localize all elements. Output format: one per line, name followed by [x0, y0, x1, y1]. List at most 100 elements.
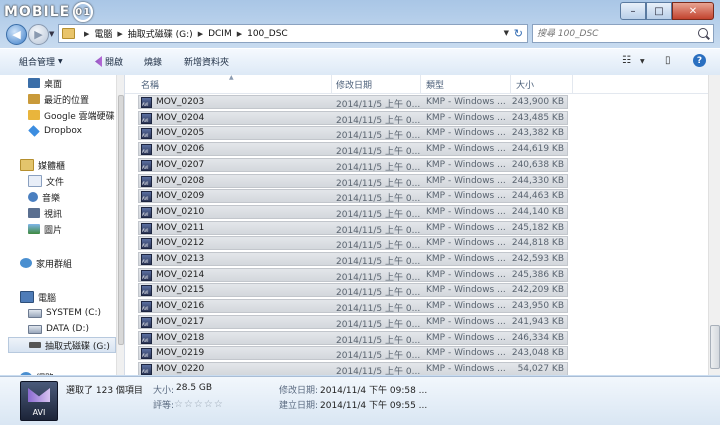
table-row[interactable]: MOV_0216 2014/11/5 上午 0... KMP - Windows .… [138, 299, 568, 314]
breadcrumb-100dsc[interactable]: 100_DSC [247, 29, 288, 39]
sidebar-item-homegroup[interactable]: 家用群組 [20, 255, 72, 271]
forward-button[interactable]: ▶ [28, 24, 49, 45]
table-row[interactable]: MOV_0209 2014/11/5 上午 0... KMP - Windows .… [138, 189, 568, 204]
burn-button[interactable]: 燒錄 [144, 55, 162, 68]
table-row[interactable]: MOV_0206 2014/11/5 上午 0... KMP - Windows .… [138, 142, 568, 157]
sidebar-item-documents[interactable]: 文件 [28, 173, 64, 189]
homegroup-icon [20, 258, 32, 268]
table-row[interactable]: MOV_0204 2014/11/5 上午 0... KMP - Windows .… [138, 110, 568, 126]
file-list-scrollbar[interactable] [708, 75, 720, 375]
column-divider[interactable] [572, 75, 573, 93]
sidebar-item-removable-g[interactable]: 抽取式磁碟 (G:) [8, 337, 116, 353]
breadcrumb-separator[interactable]: ▶ [84, 30, 89, 38]
column-modified[interactable]: 修改日期 [336, 78, 372, 91]
created-date-label: 建立日期: [279, 401, 319, 411]
open-button[interactable]: 開啟 [88, 55, 123, 68]
new-folder-button[interactable]: 新增資料夾 [184, 55, 229, 68]
avi-file-icon [141, 269, 152, 281]
table-row[interactable]: MOV_0215 2014/11/5 上午 0... KMP - Windows .… [138, 283, 568, 298]
file-list-scrollbar-thumb[interactable] [710, 325, 720, 369]
breadcrumb: ▶ 電腦 ▶ 抽取式磁碟 (G:) ▶ DCIM ▶ 100_DSC [79, 27, 288, 41]
sidebar-item-videos[interactable]: 視訊 [28, 205, 62, 221]
table-row[interactable]: MOV_0203 2014/11/5 上午 0... KMP - Windows .… [138, 95, 568, 110]
google-drive-icon [28, 110, 40, 120]
file-name: MOV_0217 [156, 316, 205, 327]
modified-date-value: 2014/11/4 下午 09:58 ... [320, 386, 428, 396]
search-input[interactable] [533, 27, 689, 40]
refresh-icon[interactable]: ↻ [514, 27, 523, 40]
column-divider[interactable] [331, 75, 332, 93]
sidebar-item-label: 音樂 [42, 193, 61, 204]
file-type: KMP - Windows ... [426, 254, 506, 264]
chevron-down-icon: ▼ [58, 58, 63, 65]
sidebar-item-dropbox[interactable]: Dropbox [28, 123, 82, 139]
column-divider[interactable] [510, 75, 511, 93]
table-row[interactable]: MOV_0205 2014/11/5 上午 0... KMP - Windows .… [138, 126, 568, 141]
table-row[interactable]: MOV_0213 2014/11/5 上午 0... KMP - Windows .… [138, 252, 568, 267]
table-row[interactable]: MOV_0218 2014/11/5 上午 0... KMP - Windows .… [138, 330, 568, 346]
breadcrumb-separator[interactable]: ▶ [117, 30, 122, 38]
sidebar-item-pictures[interactable]: 圖片 [28, 221, 62, 237]
sidebar-item-label: 文件 [46, 177, 65, 188]
sidebar-item-recent-places[interactable]: 最近的位置 [28, 91, 89, 107]
open-label: 開啟 [105, 58, 124, 68]
table-row[interactable]: MOV_0220 2014/11/5 上午 0... KMP - Windows .… [138, 361, 568, 375]
breadcrumb-separator[interactable]: ▶ [198, 30, 203, 38]
file-name: MOV_0209 [156, 191, 205, 202]
view-options-icon[interactable]: ☷ [622, 55, 631, 66]
table-row[interactable]: MOV_0211 2014/11/5 上午 0... KMP - Windows .… [138, 220, 568, 236]
organize-button[interactable]: 組合管理 ▼ [19, 55, 63, 68]
navigation-scrollbar-thumb[interactable] [118, 95, 124, 345]
sidebar-item-computer[interactable]: 電腦 [20, 289, 56, 305]
table-row[interactable]: MOV_0214 2014/11/5 上午 0... KMP - Windows .… [138, 267, 568, 283]
maximize-button[interactable]: □ [646, 2, 672, 20]
file-type: KMP - Windows ... [426, 191, 506, 202]
sidebar-item-label: SYSTEM (C:) [46, 308, 102, 318]
avi-file-icon [141, 206, 152, 218]
back-button[interactable]: ◀ [6, 24, 27, 45]
column-size[interactable]: 大小 [516, 78, 534, 91]
breadcrumb-dcim[interactable]: DCIM [208, 29, 232, 39]
breadcrumb-computer[interactable]: 電腦 [94, 27, 112, 40]
sidebar-item-libraries[interactable]: 媒體櫃 [20, 157, 65, 173]
navigation-scrollbar[interactable] [116, 75, 124, 375]
table-row[interactable]: MOV_0212 2014/11/5 上午 0... KMP - Windows .… [138, 236, 568, 251]
recent-pages-dropdown[interactable]: ▼ [49, 30, 54, 38]
sidebar-item-network[interactable]: 網路 [20, 369, 54, 375]
rating-stars[interactable]: ☆☆☆☆☆ [174, 399, 224, 410]
sidebar-item-system-c[interactable]: SYSTEM (C:) [28, 305, 101, 321]
address-bar[interactable]: ▶ 電腦 ▶ 抽取式磁碟 (G:) ▶ DCIM ▶ 100_DSC ▼ ↻ [58, 24, 528, 43]
watermark-badge: 01 [73, 2, 94, 22]
address-history-dropdown[interactable]: ▼ [504, 29, 509, 37]
sidebar-item-desktop[interactable]: 桌面 [28, 75, 62, 91]
file-type: KMP - Windows ... [426, 97, 506, 107]
file-modified-date: 2014/11/5 上午 0... [336, 178, 421, 189]
column-divider[interactable] [420, 75, 421, 93]
table-row[interactable]: MOV_0208 2014/11/5 上午 0... KMP - Windows .… [138, 173, 568, 189]
file-type: KMP - Windows ... [426, 301, 506, 312]
minimize-button[interactable]: – [620, 2, 646, 20]
breadcrumb-removable-drive[interactable]: 抽取式磁碟 (G:) [128, 27, 193, 40]
sidebar-item-data-d[interactable]: DATA (D:) [28, 321, 89, 337]
close-button[interactable]: ✕ [672, 2, 714, 20]
sidebar-item-music[interactable]: 音樂 [28, 189, 60, 205]
table-row[interactable]: MOV_0217 2014/11/5 上午 0... KMP - Windows .… [138, 314, 568, 330]
column-type[interactable]: 類型 [426, 78, 444, 91]
search-icon[interactable] [698, 28, 708, 38]
sidebar-item-google-drive[interactable]: Google 雲端硬碟 [28, 107, 115, 123]
file-modified-date: 2014/11/5 上午 0... [336, 319, 421, 330]
file-size: 244,818 KB [511, 238, 564, 249]
sidebar-item-label: 電腦 [38, 293, 57, 304]
media-player-icon [88, 56, 102, 67]
file-name: MOV_0219 [156, 348, 205, 359]
table-row[interactable]: MOV_0219 2014/11/5 上午 0... KMP - Windows .… [138, 346, 568, 361]
help-icon[interactable]: ? [693, 54, 706, 67]
column-name[interactable]: 名稱 [141, 78, 159, 91]
file-size: 245,182 KB [511, 222, 564, 233]
view-options-dropdown[interactable]: ▼ [640, 58, 645, 65]
avi-file-icon [141, 254, 152, 265]
breadcrumb-separator[interactable]: ▶ [237, 30, 242, 38]
table-row[interactable]: MOV_0210 2014/11/5 上午 0... KMP - Windows .… [138, 204, 568, 220]
table-row[interactable]: MOV_0207 2014/11/5 上午 0... KMP - Windows .… [138, 157, 568, 173]
preview-pane-icon[interactable]: ▯ [665, 55, 671, 66]
